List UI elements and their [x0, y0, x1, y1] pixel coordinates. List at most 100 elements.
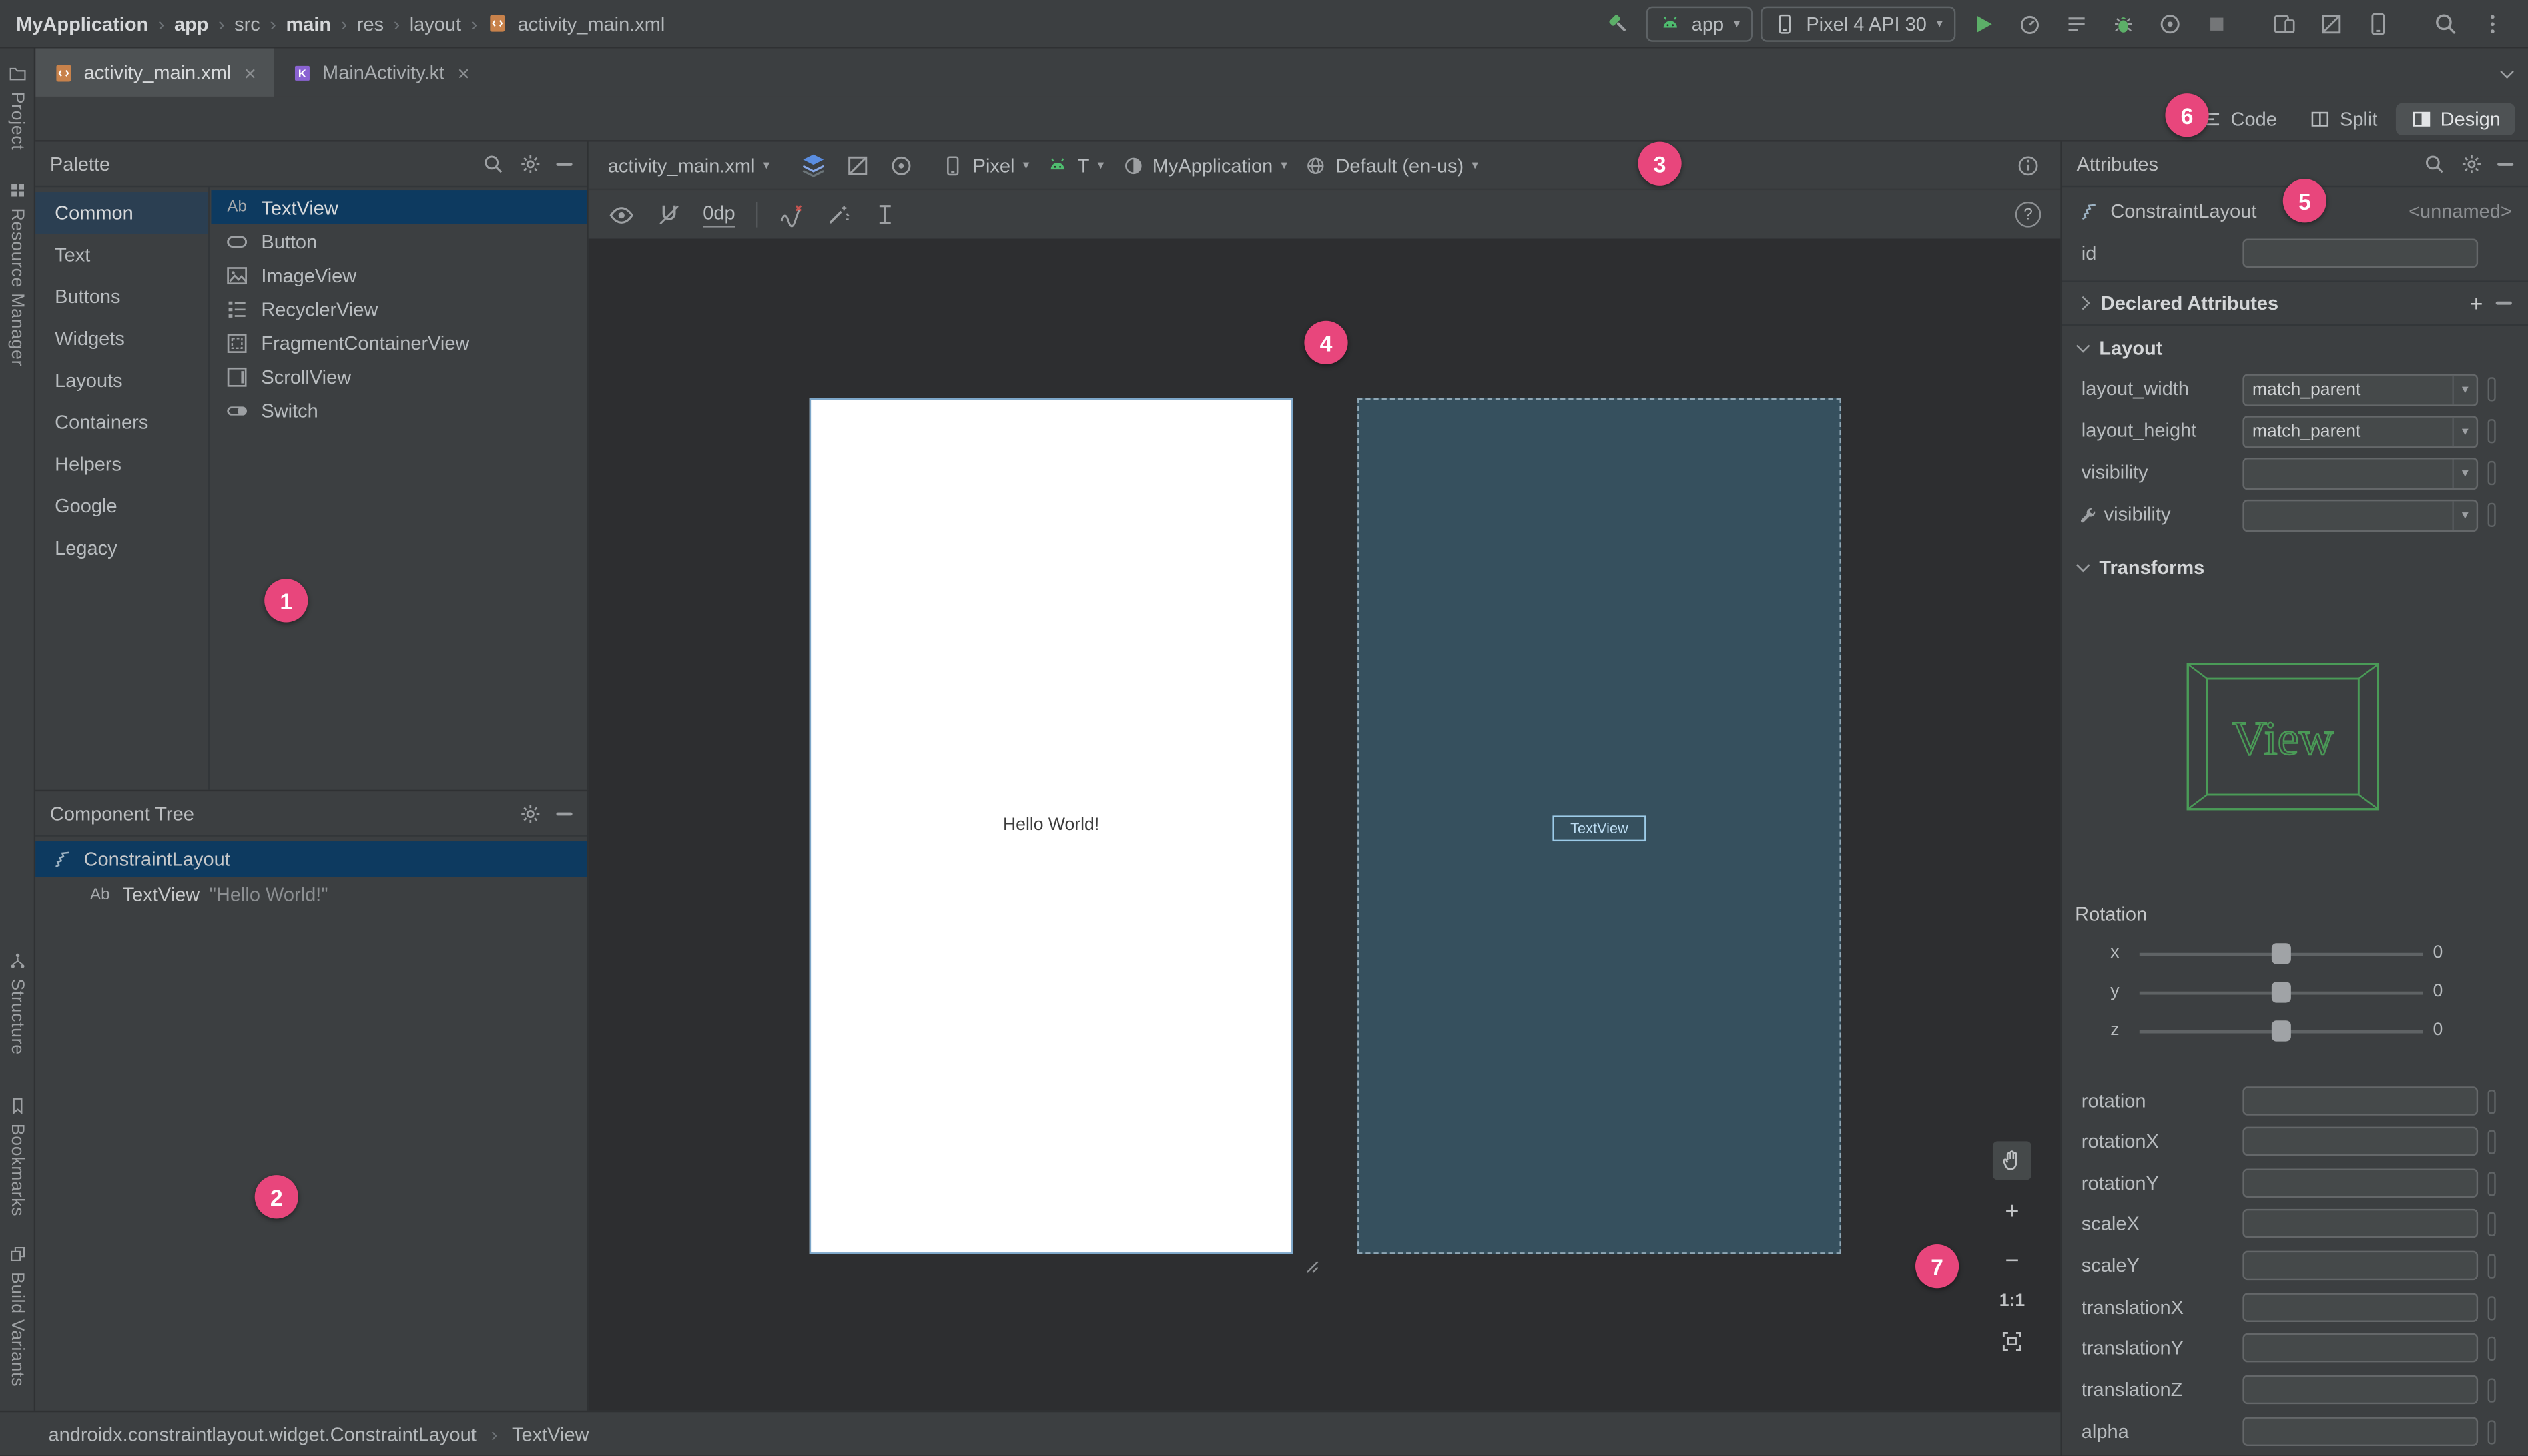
palette-item-switch[interactable]: Switch — [211, 393, 587, 427]
slider-thumb[interactable] — [2271, 982, 2291, 1003]
status-breadcrumb-node[interactable]: TextView — [512, 1423, 589, 1445]
tools-visibility-select[interactable]: ▾ — [2242, 499, 2479, 532]
mode-design-button[interactable]: Design — [2395, 102, 2515, 135]
visibility-select[interactable]: ▾ — [2242, 458, 2479, 490]
tool-window-structure[interactable]: Structure — [0, 951, 34, 1055]
tree-row-constraintlayout[interactable]: ConstraintLayout — [35, 841, 587, 877]
help-button[interactable]: ? — [2015, 201, 2041, 228]
component-tree-settings-button[interactable] — [519, 802, 542, 825]
close-icon[interactable]: × — [244, 61, 256, 85]
translationZ-input[interactable] — [2242, 1375, 2479, 1405]
breadcrumb-file[interactable]: activity_main.xml — [518, 12, 665, 35]
tree-row-textview[interactable]: Ab TextView "Hello World!" — [35, 877, 587, 912]
hello-world-text[interactable]: Hello World! — [811, 815, 1291, 835]
palette-item-fragmentcontainerview[interactable]: FragmentContainerView — [211, 326, 587, 360]
rotationY-input[interactable] — [2242, 1168, 2479, 1198]
running-devices-button[interactable] — [2358, 4, 2397, 43]
tab-activity-main-xml[interactable]: activity_main.xml × — [35, 48, 274, 97]
profile-button[interactable] — [2011, 4, 2049, 43]
layout-inspector-button[interactable] — [2312, 4, 2350, 43]
declared-attributes-row[interactable]: Declared Attributes + — [2062, 284, 2528, 322]
rotationX-input[interactable] — [2242, 1126, 2479, 1156]
resource-flag[interactable] — [2487, 1296, 2496, 1321]
palette-category-legacy[interactable]: Legacy — [35, 527, 208, 569]
coverage-button[interactable] — [2058, 4, 2096, 43]
attributes-search-button[interactable] — [2423, 152, 2446, 175]
resource-flag[interactable] — [2487, 1130, 2496, 1154]
hide-panel-icon[interactable] — [556, 161, 573, 165]
id-input[interactable] — [2242, 238, 2479, 268]
rotation-x-slider[interactable] — [2139, 943, 2423, 964]
palette-item-button[interactable]: Button — [211, 224, 587, 258]
scaleX-input[interactable] — [2242, 1208, 2479, 1238]
build-hammer-button[interactable] — [1600, 4, 1638, 43]
transforms-section-header[interactable]: Transforms — [2062, 548, 2528, 587]
default-margin-select[interactable]: 0dp — [703, 202, 735, 228]
zoom-out-button[interactable]: − — [1993, 1241, 2031, 1280]
rotation-input[interactable] — [2242, 1086, 2479, 1116]
mode-split-button[interactable]: Split — [2294, 102, 2392, 134]
palette-category-containers[interactable]: Containers — [35, 402, 208, 444]
palette-category-widgets[interactable]: Widgets — [35, 318, 208, 360]
palette-category-helpers[interactable]: Helpers — [35, 443, 208, 485]
resource-flag[interactable] — [2487, 1254, 2496, 1279]
breadcrumb-app[interactable]: app — [174, 12, 209, 35]
device-manager-button[interactable] — [2265, 4, 2304, 43]
palette-category-buttons[interactable]: Buttons — [35, 276, 208, 318]
palette-category-google[interactable]: Google — [35, 485, 208, 527]
search-everywhere-button[interactable] — [2427, 4, 2465, 43]
more-actions-button[interactable] — [2473, 4, 2512, 43]
breadcrumb-layout[interactable]: layout — [410, 12, 461, 35]
clear-constraints-button[interactable] — [779, 202, 805, 228]
pack-align-button[interactable] — [872, 202, 898, 228]
resource-flag[interactable] — [2487, 460, 2496, 486]
translationY-input[interactable] — [2242, 1333, 2479, 1363]
device-select[interactable]: Pixel 4 API 30 ▾ — [1761, 5, 1956, 41]
design-surface[interactable]: Hello World! — [809, 398, 1293, 1254]
resource-flag[interactable] — [2487, 377, 2496, 402]
rotation-z-slider[interactable] — [2139, 1020, 2423, 1042]
autoconnect-button[interactable] — [656, 202, 682, 228]
status-breadcrumb-root[interactable]: androidx.constraintlayout.widget.Constra… — [48, 1423, 476, 1445]
pan-button[interactable] — [1992, 1141, 2031, 1180]
tool-window-project[interactable]: Project — [0, 65, 34, 151]
design-surface-select-button[interactable] — [800, 151, 828, 179]
resource-flag[interactable] — [2487, 1378, 2496, 1403]
debug-button[interactable] — [2104, 4, 2143, 43]
tab-mainactivity-kt[interactable]: MainActivity.kt × — [274, 48, 488, 96]
resource-flag[interactable] — [2487, 1212, 2496, 1236]
palette-category-text[interactable]: Text — [35, 234, 208, 276]
attributes-settings-button[interactable] — [2461, 152, 2483, 175]
hide-panel-icon[interactable] — [2497, 161, 2514, 165]
slider-thumb[interactable] — [2271, 943, 2291, 964]
palette-item-recyclerview[interactable]: RecyclerView — [211, 292, 587, 326]
layout-width-select[interactable]: match_parent ▾ — [2242, 374, 2479, 406]
design-canvas[interactable]: Hello World! TextView + − 1:1 — [588, 238, 2061, 1411]
alpha-input[interactable] — [2242, 1417, 2479, 1446]
translationX-input[interactable] — [2242, 1293, 2479, 1322]
palette-item-scrollview[interactable]: ScrollView — [211, 360, 587, 394]
device-for-preview-select[interactable]: Pixel ▾ — [942, 154, 1029, 177]
hidden-tabs-icon[interactable] — [2500, 65, 2514, 79]
rotation-y-slider[interactable] — [2139, 982, 2423, 1003]
resize-handle[interactable] — [1299, 1254, 1322, 1277]
api-version-select[interactable]: T ▾ — [1047, 154, 1104, 177]
stop-button[interactable] — [2198, 4, 2236, 43]
palette-item-imageview[interactable]: ImageView — [211, 258, 587, 292]
blueprint-toggle-button[interactable] — [846, 152, 872, 178]
breadcrumb-res[interactable]: res — [357, 12, 384, 35]
resource-flag[interactable] — [2487, 502, 2496, 527]
scaleY-input[interactable] — [2242, 1250, 2479, 1281]
resource-flag[interactable] — [2487, 1172, 2496, 1196]
theme-select[interactable]: MyApplication ▾ — [1122, 154, 1287, 177]
zoom-reset-button[interactable]: 1:1 — [1999, 1291, 2025, 1311]
tool-window-build-variants[interactable]: Build Variants — [0, 1244, 34, 1387]
tool-window-resource-manager[interactable]: Resource Manager — [0, 181, 34, 366]
palette-item-textview[interactable]: Ab TextView — [211, 190, 587, 224]
zoom-to-fit-button[interactable] — [1993, 1322, 2031, 1361]
ui-mode-button[interactable] — [889, 152, 915, 178]
resource-flag[interactable] — [2487, 1336, 2496, 1361]
close-icon[interactable]: × — [457, 61, 469, 85]
breadcrumb-src[interactable]: src — [234, 12, 260, 35]
resource-flag[interactable] — [2487, 1420, 2496, 1445]
